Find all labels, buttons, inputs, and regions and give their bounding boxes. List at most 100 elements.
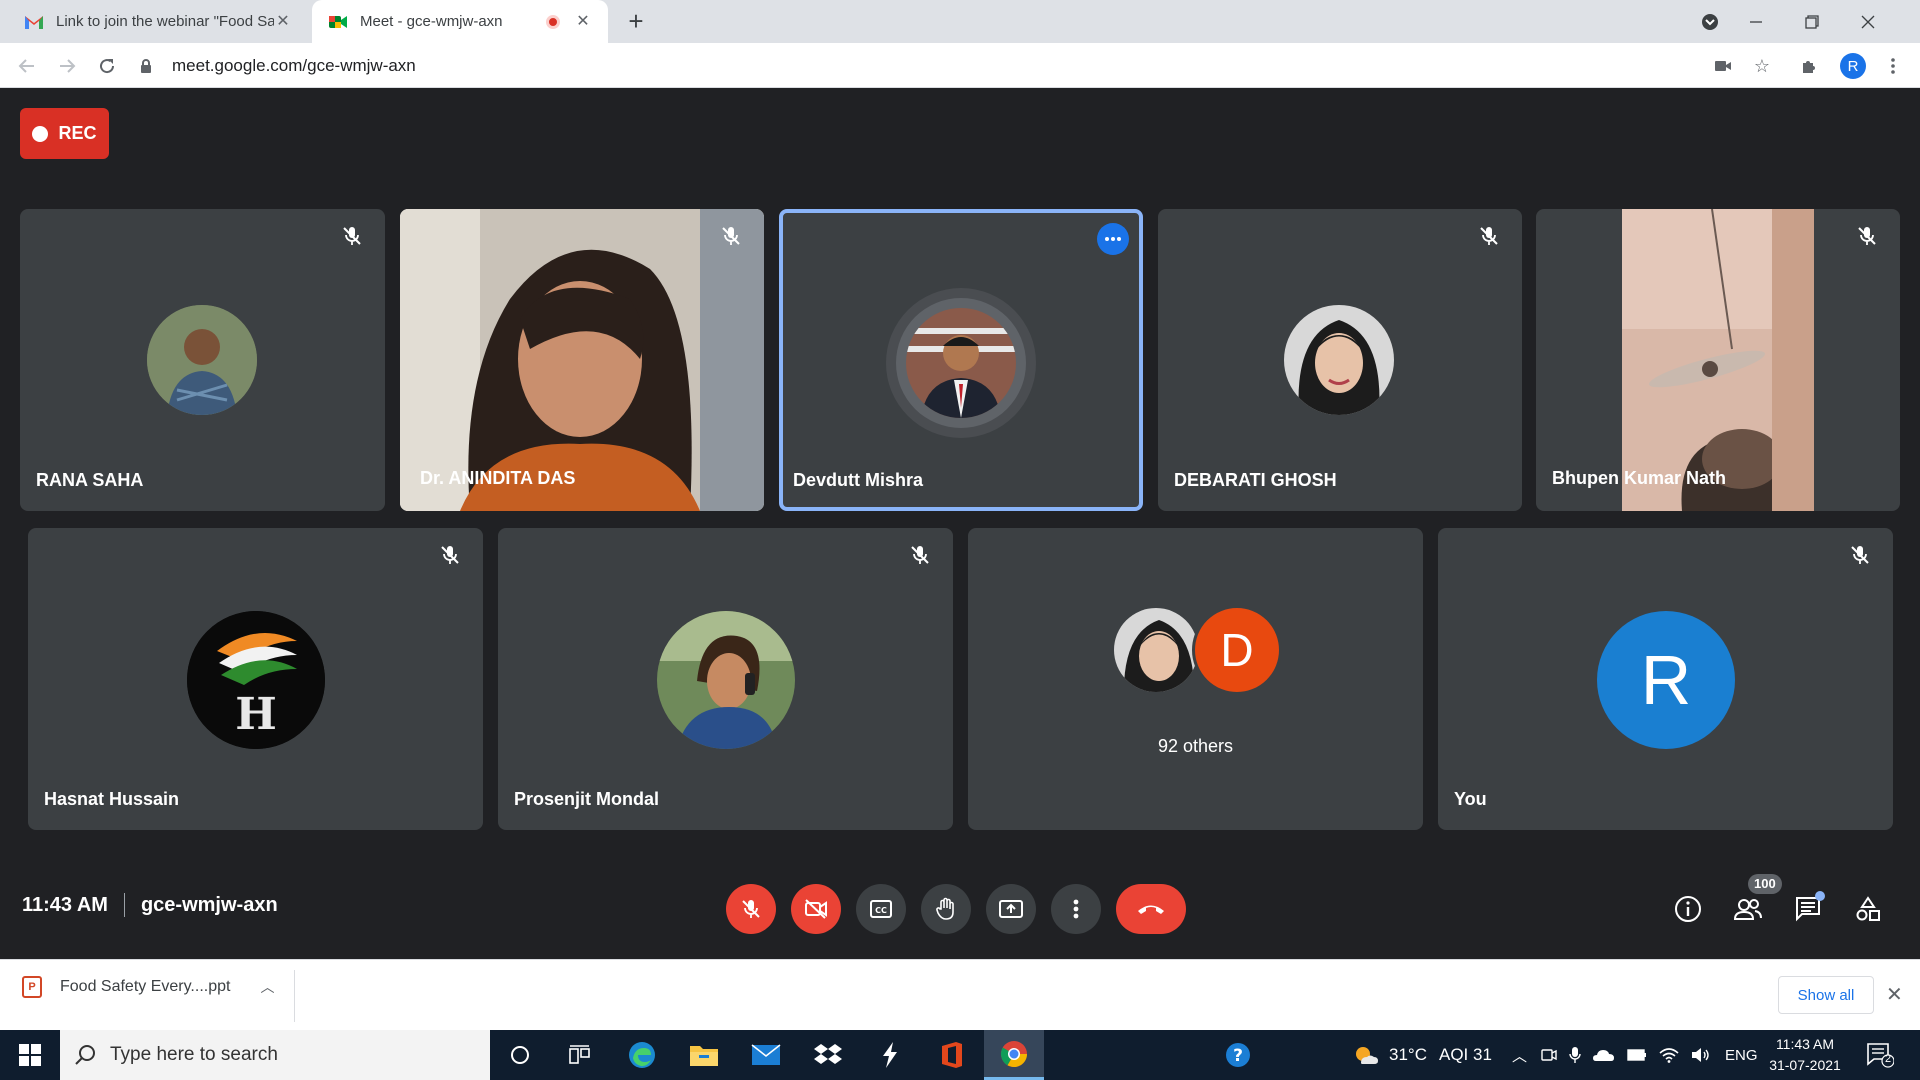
- svg-text:H: H: [235, 689, 277, 740]
- download-file-name: Food Safety Every....ppt: [60, 978, 231, 995]
- meeting-details-button[interactable]: [1670, 891, 1706, 927]
- participant-tile-self[interactable]: R You: [1438, 528, 1893, 830]
- recording-badge: REC: [20, 108, 109, 159]
- participant-tile[interactable]: Prosenjit Mondal: [498, 528, 953, 830]
- volume-icon[interactable]: [1691, 1047, 1711, 1063]
- wifi-icon[interactable]: [1659, 1047, 1679, 1063]
- divider: [294, 970, 295, 1022]
- battery-icon[interactable]: [1627, 1049, 1647, 1061]
- tab-gmail[interactable]: Link to join the webinar "Food Sa ✕: [8, 0, 308, 43]
- show-all-downloads-button[interactable]: Show all: [1778, 976, 1874, 1014]
- omnibox[interactable]: meet.google.com/gce-wmjw-axn: [138, 49, 1738, 83]
- forward-button[interactable]: [52, 51, 82, 81]
- taskbar-clock[interactable]: 11:43 AM 31-07-2021: [1762, 1034, 1848, 1076]
- activities-button[interactable]: [1850, 891, 1886, 927]
- rec-label: REC: [58, 123, 97, 143]
- participant-tile-video[interactable]: Dr. ANINDITA DAS: [400, 209, 764, 511]
- help-icon: ?: [1226, 1043, 1250, 1067]
- svg-text:CC: CC: [875, 906, 887, 915]
- close-tab-icon[interactable]: ✕: [574, 13, 592, 31]
- camera-toggle-button[interactable]: [791, 884, 841, 934]
- participant-tile[interactable]: H Hasnat Hussain: [28, 528, 483, 830]
- input-language[interactable]: ENG: [1725, 1047, 1758, 1064]
- mic-muted-icon: [1858, 227, 1876, 245]
- participant-name: You: [1454, 789, 1487, 809]
- tab-meet[interactable]: Meet - gce-wmjw-axn ✕: [312, 0, 608, 43]
- participant-tile-video[interactable]: Bhupen Kumar Nath: [1536, 209, 1900, 511]
- action-center-button[interactable]: 2: [1866, 1042, 1895, 1068]
- meet-icon: [328, 12, 348, 32]
- windows-start-button[interactable]: [0, 1030, 60, 1080]
- extensions-icon[interactable]: [1796, 53, 1822, 79]
- participant-tile[interactable]: DEBARATI GHOSH: [1158, 209, 1522, 511]
- help-taskbar-app[interactable]: ?: [1208, 1030, 1268, 1080]
- office-taskbar-app[interactable]: [922, 1030, 982, 1080]
- file-explorer-taskbar-app[interactable]: [674, 1030, 734, 1080]
- mic-off-icon: [742, 900, 760, 918]
- participant-tile[interactable]: RANA SAHA: [20, 209, 385, 511]
- close-tab-icon[interactable]: ✕: [274, 13, 292, 31]
- browser-tab-bar: Link to join the webinar "Food Sa ✕ Meet…: [0, 0, 1920, 43]
- profile-avatar[interactable]: R: [1840, 53, 1866, 79]
- more-vert-icon: [1073, 899, 1079, 919]
- chevron-up-icon[interactable]: ︿: [1512, 1045, 1527, 1066]
- task-view-button[interactable]: [550, 1030, 610, 1080]
- dropbox-icon: [814, 1044, 842, 1064]
- meet-status-icon[interactable]: [1541, 1046, 1557, 1064]
- mic-toggle-button[interactable]: [726, 884, 776, 934]
- bookmark-star-icon[interactable]: ☆: [1749, 53, 1775, 79]
- search-icon: [75, 1045, 95, 1065]
- back-button[interactable]: [12, 51, 42, 81]
- meeting-time: 11:43 AM: [22, 893, 108, 916]
- weather-widget[interactable]: 31°C AQI 31: [1353, 1030, 1492, 1080]
- chrome-taskbar-app[interactable]: [984, 1030, 1044, 1080]
- close-window-button[interactable]: [1840, 0, 1896, 43]
- participant-name: Hasnat Hussain: [44, 789, 180, 809]
- tab-title: Meet - gce-wmjw-axn: [360, 13, 503, 30]
- chevron-up-icon[interactable]: ︿: [260, 977, 274, 997]
- mail-taskbar-app[interactable]: [736, 1030, 796, 1080]
- gmail-icon: [24, 12, 44, 32]
- microphone-icon[interactable]: [1569, 1046, 1581, 1064]
- new-tab-button[interactable]: +: [622, 8, 650, 36]
- camera-in-use-icon[interactable]: [1710, 53, 1736, 79]
- more-options-button[interactable]: [1097, 223, 1129, 255]
- address-bar: meet.google.com/gce-wmjw-axn ☆: [0, 43, 1920, 88]
- minimize-button[interactable]: [1728, 0, 1784, 43]
- captions-button[interactable]: CC: [856, 884, 906, 934]
- app-taskbar-app[interactable]: [860, 1030, 920, 1080]
- taskbar-search-input[interactable]: Type here to search: [60, 1030, 490, 1080]
- folder-icon: [690, 1046, 718, 1066]
- url-text: meet.google.com/gce-wmjw-axn: [172, 56, 416, 75]
- browser-menu-icon[interactable]: [1880, 53, 1906, 79]
- notification-count: 2: [1884, 1053, 1892, 1065]
- meeting-info: 11:43 AM gce-wmjw-axn: [22, 893, 278, 917]
- participants-button[interactable]: [1730, 891, 1766, 927]
- cortana-button[interactable]: [490, 1030, 550, 1080]
- participant-tile-active-speaker[interactable]: Devdutt Mishra: [779, 209, 1143, 511]
- more-options-button[interactable]: [1051, 884, 1101, 934]
- participant-avatar: H: [187, 611, 325, 749]
- onedrive-icon[interactable]: [1593, 1048, 1615, 1062]
- record-dot-icon: [32, 125, 49, 142]
- taskbar-date: 31-07-2021: [1769, 1057, 1841, 1073]
- participant-count-badge: 100: [1748, 874, 1782, 894]
- close-download-bar-icon[interactable]: ✕: [1886, 982, 1903, 1007]
- present-icon: [999, 900, 1023, 918]
- divider: [123, 893, 125, 917]
- others-tile[interactable]: D 92 others: [968, 528, 1423, 830]
- dropbox-taskbar-app[interactable]: [798, 1030, 858, 1080]
- edge-taskbar-app[interactable]: [612, 1030, 672, 1080]
- others-count-label: 92 others: [1157, 736, 1234, 756]
- hang-up-icon: [1138, 905, 1164, 914]
- restore-button[interactable]: [1784, 0, 1840, 43]
- reload-button[interactable]: [92, 51, 122, 81]
- raise-hand-button[interactable]: [921, 884, 971, 934]
- download-item[interactable]: P Food Safety Every....ppt ︿: [22, 976, 274, 998]
- taskbar-time: 11:43 AM: [1775, 1036, 1835, 1052]
- leave-call-button[interactable]: [1116, 884, 1186, 934]
- tab-search-icon[interactable]: [1692, 0, 1728, 43]
- weather-aqi: AQI 31: [1438, 1045, 1492, 1064]
- mail-icon: [751, 1044, 781, 1065]
- present-screen-button[interactable]: [986, 884, 1036, 934]
